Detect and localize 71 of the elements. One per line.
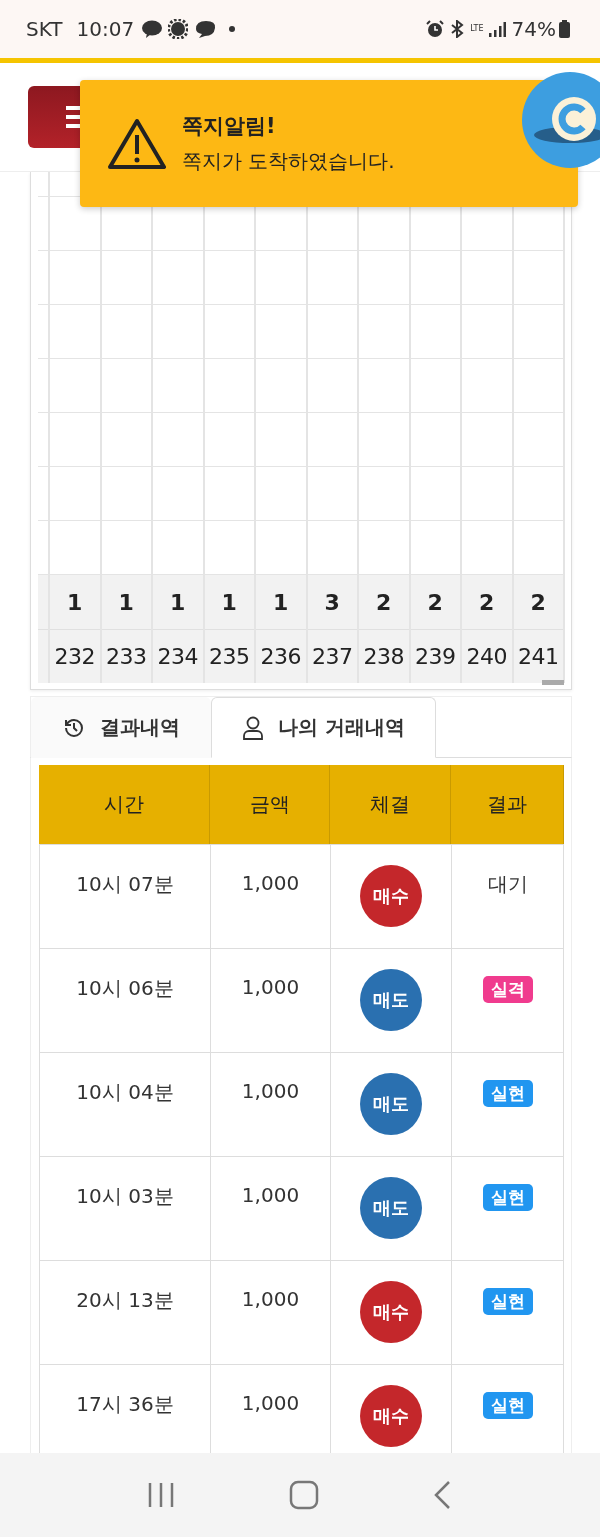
- carrier-name: SKT: [26, 17, 63, 41]
- clock-time: 10:07: [76, 17, 135, 41]
- time-cell: 10시 06분: [76, 975, 174, 1002]
- count-value: 1: [67, 589, 83, 615]
- column-header: 금액: [210, 765, 330, 844]
- count-value: 1: [118, 589, 134, 615]
- round-number: 234: [157, 644, 198, 669]
- amount-cell: 1,000: [241, 1391, 300, 1415]
- count-value: 3: [324, 589, 340, 615]
- network-type: LTE: [470, 25, 484, 33]
- trade-type-badge: 매수: [360, 1281, 422, 1343]
- battery-percent: 74%: [511, 17, 556, 41]
- back-icon[interactable]: [433, 1480, 453, 1510]
- home-icon[interactable]: [289, 1480, 319, 1510]
- bluetooth-icon: [450, 20, 465, 38]
- amount-cell: 1,000: [241, 1183, 300, 1207]
- chat-bubble-icon: [142, 20, 163, 38]
- amount-cell: 1,000: [241, 975, 300, 999]
- result-badge: 실격: [482, 976, 533, 1003]
- count-value: 2: [376, 589, 392, 615]
- result-badge: 실현: [482, 1184, 533, 1211]
- count-value: 2: [479, 589, 495, 615]
- count-value: 1: [221, 589, 237, 615]
- signal-icon: [487, 21, 506, 37]
- round-number: 240: [466, 644, 507, 669]
- time-cell: 10시 04분: [76, 1079, 174, 1106]
- time-cell: 10시 03분: [76, 1183, 174, 1210]
- round-number: 233: [106, 644, 147, 669]
- trade-type-badge: 매수: [360, 1385, 422, 1447]
- alarm-icon: [426, 20, 445, 38]
- count-value: 2: [427, 589, 443, 615]
- message-icon: [194, 20, 217, 38]
- dot-icon: [228, 25, 237, 33]
- toast-message: 쪽지가 도착하였습니다.: [182, 148, 395, 175]
- column-header: 체결: [330, 765, 451, 844]
- result-badge: 실현: [482, 1288, 533, 1315]
- time-cell: 10시 07분: [76, 871, 174, 898]
- round-number: 236: [260, 644, 301, 669]
- recent-apps-icon[interactable]: [147, 1481, 175, 1509]
- round-number: 235: [209, 644, 250, 669]
- battery-icon: [559, 20, 570, 38]
- gear-icon: [168, 19, 189, 39]
- trade-type-badge: 매도: [360, 1073, 422, 1135]
- count-value: 2: [530, 589, 546, 615]
- trade-type-badge: 매도: [360, 969, 422, 1031]
- amount-cell: 1,000: [241, 1287, 300, 1311]
- trade-type-badge: 매도: [360, 1177, 422, 1239]
- scrollbar-thumb[interactable]: [542, 680, 564, 685]
- tab[interactable]: 결과내역: [31, 697, 211, 758]
- round-number: 239: [415, 644, 456, 669]
- column-header: 결과: [451, 765, 564, 844]
- result-badge: 실현: [482, 1392, 533, 1419]
- warning-icon: [108, 117, 166, 170]
- count-value: 1: [273, 589, 289, 615]
- round-number: 241: [518, 644, 559, 669]
- time-cell: 17시 36분: [76, 1391, 174, 1418]
- user-icon: [242, 715, 264, 740]
- column-header: 시간: [39, 765, 210, 844]
- trade-type-badge: 매수: [360, 865, 422, 927]
- round-cell: [38, 630, 48, 683]
- result-badge: 실현: [482, 1080, 533, 1107]
- round-number: 237: [312, 644, 353, 669]
- result-text: 대기: [487, 871, 528, 898]
- round-number: 232: [54, 644, 95, 669]
- amount-cell: 1,000: [241, 871, 300, 895]
- time-cell: 20시 13분: [76, 1287, 174, 1314]
- toast-title: 쪽지알림!: [182, 113, 277, 140]
- count-value: 1: [170, 589, 186, 615]
- round-number: 238: [363, 644, 404, 669]
- amount-cell: 1,000: [241, 1079, 300, 1103]
- tab[interactable]: 나의 거래내역: [211, 697, 436, 758]
